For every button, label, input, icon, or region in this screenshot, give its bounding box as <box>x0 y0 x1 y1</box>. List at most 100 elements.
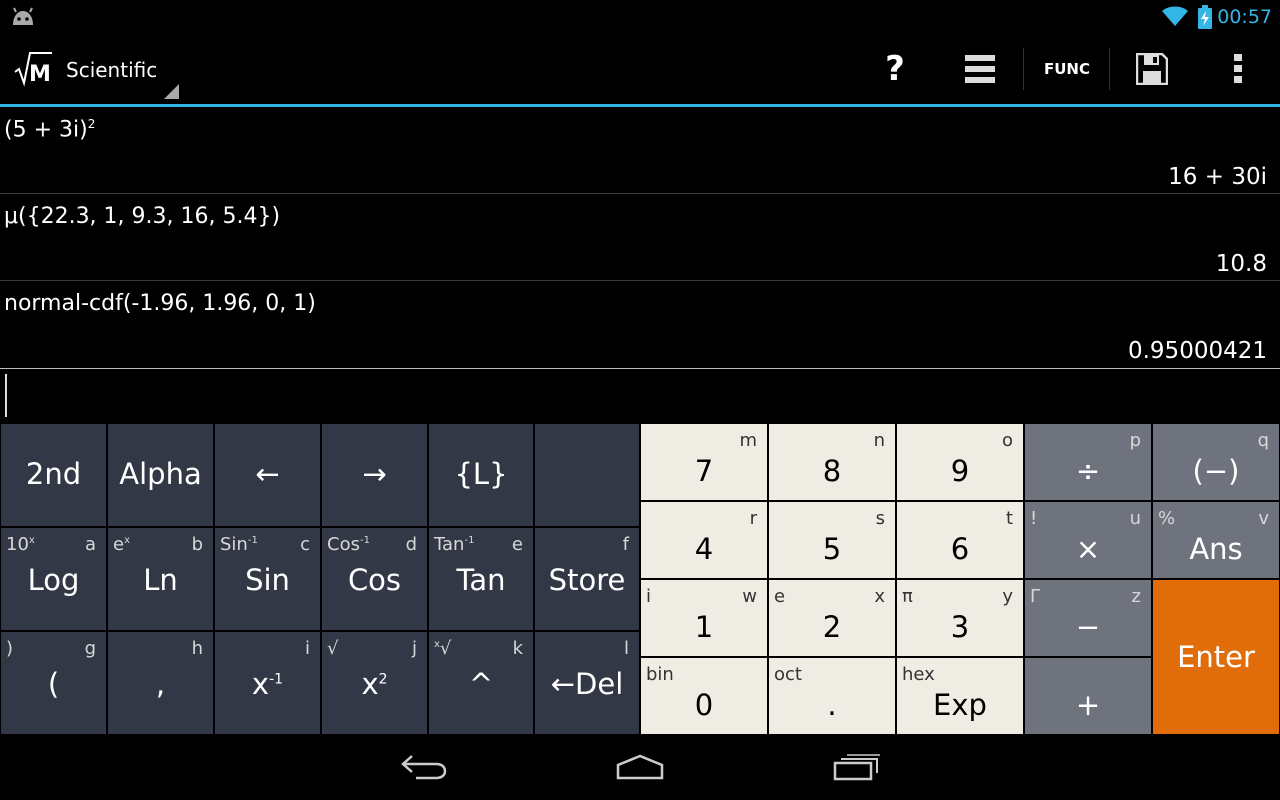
key-6[interactable]: t 6 <box>896 501 1024 579</box>
key-9[interactable]: o 9 <box>896 423 1024 501</box>
history-item[interactable]: normal-cdf(-1.96, 1.96, 0, 1) 0.95000421 <box>0 281 1280 367</box>
key-label: Ln <box>143 563 178 597</box>
action-bar: M Scientific ? FUNC <box>0 34 1280 104</box>
key-alpha-letter: q <box>1257 430 1269 451</box>
key-label: Tan <box>456 563 506 597</box>
key-alpha-letter: x <box>874 586 885 607</box>
key-5[interactable]: s 5 <box>768 501 896 579</box>
key-1[interactable]: i w 1 <box>640 579 768 657</box>
key-alpha-letter: c <box>300 534 310 555</box>
key-negate[interactable]: q (−) <box>1152 423 1280 501</box>
key-minus[interactable]: Γ z − <box>1024 579 1152 657</box>
key-secondary: ) <box>6 638 14 659</box>
overflow-menu-icon <box>1234 54 1242 83</box>
key-square[interactable]: √ j x2 <box>321 631 428 735</box>
key-reciprocal[interactable]: i x-1 <box>214 631 321 735</box>
key-blank[interactable] <box>534 423 640 527</box>
key-plus[interactable]: + <box>1024 657 1152 735</box>
home-button[interactable] <box>605 747 675 787</box>
expression-exponent: 2 <box>87 117 96 131</box>
key-label: ←Del <box>550 667 624 701</box>
key-enter[interactable]: Enter <box>1152 579 1280 735</box>
history-item[interactable]: μ({22.3, 1, 9.3, 16, 5.4}) 10.8 <box>0 194 1280 281</box>
recent-apps-icon <box>833 754 880 781</box>
key-3[interactable]: π y 3 <box>896 579 1024 657</box>
key-sin[interactable]: Sin-1 c Sin <box>214 527 321 631</box>
key-0[interactable]: bin 0 <box>640 657 768 735</box>
save-icon <box>1136 53 1168 85</box>
save-button[interactable] <box>1117 34 1187 104</box>
key-4[interactable]: r 4 <box>640 501 768 579</box>
key-label: 3 <box>950 610 970 644</box>
key-alpha-letter: h <box>191 638 203 659</box>
key-cursor-right[interactable]: → <box>321 423 428 527</box>
key-exp[interactable]: hex Exp <box>896 657 1024 735</box>
history-list: (5 + 3i)2 16 + 30i μ({22.3, 1, 9.3, 16, … <box>0 107 1280 368</box>
key-secondary: hex <box>902 664 935 685</box>
expression-input[interactable] <box>0 368 1280 424</box>
key-secondary: Sin-1 <box>220 534 258 555</box>
key-label: 2 <box>822 610 842 644</box>
key-log[interactable]: 10x a Log <box>0 527 107 631</box>
key-8[interactable]: n 8 <box>768 423 896 501</box>
clock: 00:57 <box>1217 6 1272 28</box>
key-alpha-letter: o <box>1001 430 1013 451</box>
key-store[interactable]: f Store <box>534 527 640 631</box>
key-divide[interactable]: p ÷ <box>1024 423 1152 501</box>
key-2nd[interactable]: 2nd <box>0 423 107 527</box>
back-button[interactable] <box>389 747 459 787</box>
key-comma[interactable]: h , <box>107 631 214 735</box>
key-label: 6 <box>950 532 970 566</box>
key-power[interactable]: x√ k ^ <box>428 631 534 735</box>
key-secondary: Tan-1 <box>434 534 475 555</box>
key-ans[interactable]: % v Ans <box>1152 501 1280 579</box>
key-open-paren[interactable]: ) g ( <box>0 631 107 735</box>
android-icon <box>13 7 33 25</box>
key-alpha-letter: r <box>749 508 757 529</box>
key-label: x-1 <box>251 667 284 701</box>
key-label: Enter <box>1177 640 1255 674</box>
history-result: 0.95000421 <box>1127 338 1267 364</box>
key-alpha-letter: w <box>742 586 757 607</box>
key-alpha-letter: l <box>623 638 629 659</box>
expression-text: (5 + 3i) <box>4 117 88 143</box>
mode-spinner-label[interactable]: Scientific <box>66 58 157 82</box>
text-cursor <box>5 374 7 417</box>
key-alpha-letter: y <box>1002 586 1013 607</box>
key-alpha[interactable]: Alpha <box>107 423 214 527</box>
func-label: FUNC <box>1044 60 1090 78</box>
history-list-button[interactable] <box>945 34 1015 104</box>
key-7[interactable]: m 7 <box>640 423 768 501</box>
spinner-triangle-icon[interactable] <box>164 84 179 99</box>
history-item[interactable]: (5 + 3i)2 16 + 30i <box>0 107 1280 194</box>
key-secondary: π <box>902 586 913 607</box>
key-alpha-letter: d <box>405 534 417 555</box>
recent-apps-button[interactable] <box>822 747 892 787</box>
key-decimal[interactable]: oct . <box>768 657 896 735</box>
key-label: ^ <box>468 667 494 701</box>
key-alpha-letter: z <box>1131 586 1141 607</box>
key-alpha-letter: j <box>411 638 417 659</box>
key-2[interactable]: e x 2 <box>768 579 896 657</box>
key-alpha-letter: b <box>191 534 203 555</box>
key-label: 8 <box>822 454 842 488</box>
key-cos[interactable]: Cos-1 d Cos <box>321 527 428 631</box>
navigation-bar <box>0 735 1280 800</box>
help-button[interactable]: ? <box>860 34 930 104</box>
key-ln[interactable]: ex b Ln <box>107 527 214 631</box>
func-button[interactable]: FUNC <box>1025 34 1109 104</box>
key-cursor-left[interactable]: ← <box>214 423 321 527</box>
history-expression: normal-cdf(-1.96, 1.96, 0, 1) <box>4 291 316 316</box>
key-label: Cos <box>347 563 402 597</box>
history-list-icon <box>965 55 995 83</box>
key-secondary: i <box>646 586 652 607</box>
key-multiply[interactable]: ! u × <box>1024 501 1152 579</box>
key-secondary: √ <box>327 638 339 659</box>
key-label: 7 <box>694 454 714 488</box>
key-label: Ans <box>1189 532 1243 566</box>
overflow-menu-button[interactable] <box>1203 34 1273 104</box>
key-label: 2nd <box>25 457 82 491</box>
key-list[interactable]: {L} <box>428 423 534 527</box>
key-delete[interactable]: l ←Del <box>534 631 640 735</box>
key-tan[interactable]: Tan-1 e Tan <box>428 527 534 631</box>
